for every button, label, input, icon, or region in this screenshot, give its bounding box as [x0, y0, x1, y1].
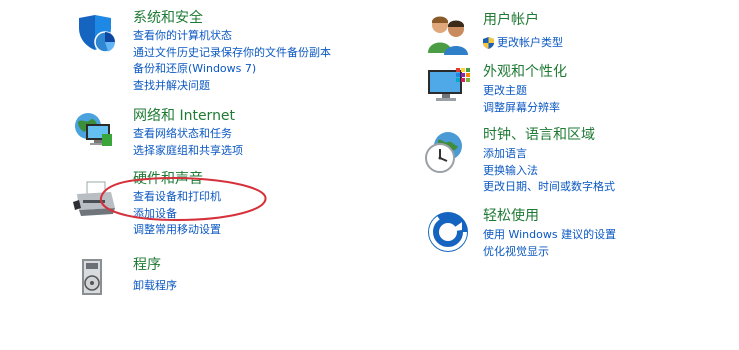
clock-icon: [424, 130, 468, 174]
link-change-input-method[interactable]: 更换输入法: [483, 163, 615, 180]
category-title-system-security[interactable]: 系统和安全: [133, 9, 203, 27]
uac-shield-icon: [483, 37, 494, 49]
category-title-user-accounts[interactable]: 用户帐户: [483, 11, 539, 29]
ease-of-access-icon: [426, 210, 470, 254]
link-devices-printers[interactable]: 查看设备和打印机: [133, 189, 221, 206]
link-change-account-type[interactable]: 更改帐户类型: [483, 35, 563, 52]
link-add-language[interactable]: 添加语言: [483, 146, 615, 163]
link-change-account-type-label: 更改帐户类型: [497, 36, 563, 49]
link-homegroup-sharing[interactable]: 选择家庭组和共享选项: [133, 143, 243, 160]
shield-icon: [75, 12, 119, 56]
programs-icon: [80, 257, 104, 297]
link-optimize-visual-display[interactable]: 优化视觉显示: [483, 244, 616, 261]
link-screen-resolution[interactable]: 调整屏幕分辨率: [483, 100, 560, 117]
category-title-appearance[interactable]: 外观和个性化: [483, 63, 567, 81]
users-icon: [426, 13, 470, 57]
link-troubleshoot[interactable]: 查找并解决问题: [133, 78, 331, 95]
links-clock-region: 添加语言 更换输入法 更改日期、时间或数字格式: [483, 146, 615, 196]
category-title-ease-of-access[interactable]: 轻松使用: [483, 207, 539, 225]
links-appearance: 更改主题 调整屏幕分辨率: [483, 83, 560, 116]
links-programs: 卸载程序: [133, 278, 177, 295]
links-network: 查看网络状态和任务 选择家庭组和共享选项: [133, 126, 243, 159]
links-user-accounts: 更改帐户类型: [483, 35, 563, 52]
category-title-programs[interactable]: 程序: [133, 256, 161, 274]
printer-icon: [73, 178, 117, 222]
category-title-clock-region[interactable]: 时钟、语言和区域: [483, 126, 595, 144]
network-icon: [72, 108, 116, 152]
link-backup-restore[interactable]: 备份和还原(Windows 7): [133, 61, 331, 78]
category-title-network[interactable]: 网络和 Internet: [133, 107, 235, 125]
link-mobility-settings[interactable]: 调整常用移动设置: [133, 222, 221, 239]
links-ease-of-access: 使用 Windows 建议的设置 优化视觉显示: [483, 227, 616, 260]
link-change-date-time-format[interactable]: 更改日期、时间或数字格式: [483, 179, 615, 196]
monitor-icon: [426, 66, 470, 110]
link-view-computer-status[interactable]: 查看你的计算机状态: [133, 28, 331, 45]
link-uninstall-program[interactable]: 卸载程序: [133, 278, 177, 295]
link-recommended-settings[interactable]: 使用 Windows 建议的设置: [483, 227, 616, 244]
link-change-theme[interactable]: 更改主题: [483, 83, 560, 100]
category-title-hardware-sound[interactable]: 硬件和声音: [133, 170, 203, 188]
links-hardware-sound: 查看设备和打印机 添加设备 调整常用移动设置: [133, 189, 221, 239]
links-system-security: 查看你的计算机状态 通过文件历史记录保存你的文件备份副本 备份和还原(Windo…: [133, 28, 331, 94]
link-network-status[interactable]: 查看网络状态和任务: [133, 126, 243, 143]
link-add-device[interactable]: 添加设备: [133, 206, 221, 223]
link-file-history-backup[interactable]: 通过文件历史记录保存你的文件备份副本: [133, 45, 331, 62]
